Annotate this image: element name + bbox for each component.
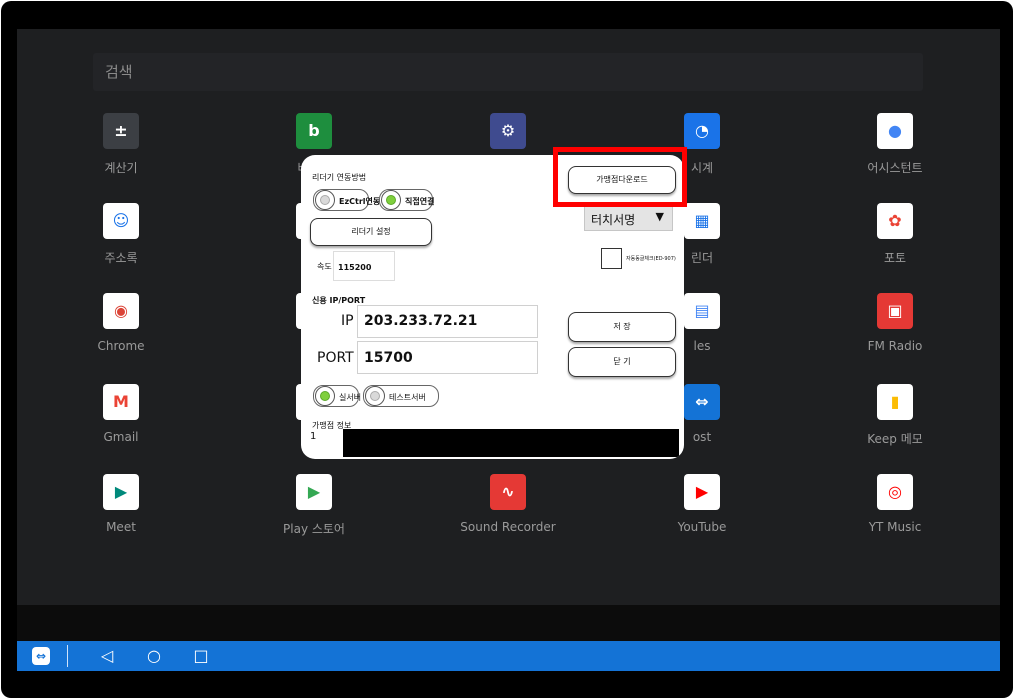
calculator-icon: ± (103, 113, 139, 149)
barode-icon: b (296, 113, 332, 149)
navigation-bar: ⇔ ◁ ○ □ (17, 641, 1000, 671)
speed-value: 115200 (338, 263, 372, 272)
radio-icon: ▣ (877, 293, 913, 329)
chrome-icon: ◉ (103, 293, 139, 329)
gear-icon: ⚙ (490, 113, 526, 149)
radio-test-label: 테스트서버 (389, 393, 426, 402)
back-icon[interactable]: ◁ (97, 646, 117, 666)
radio-real-label: 실서버 (339, 393, 362, 402)
app-label: Keep 메모 (867, 432, 923, 446)
app-assistant[interactable]: ● 어시스턴트 (835, 113, 955, 176)
app-meet[interactable]: ▶ Meet (61, 474, 181, 534)
save-button[interactable]: 저 장 (568, 312, 676, 342)
app-label: Play 스토어 (283, 522, 345, 536)
app-label: 포토 (883, 251, 907, 265)
auto-sign-checkbox[interactable] (601, 248, 622, 269)
teamviewer-app-icon: ⇔ (684, 384, 720, 420)
app-youtube[interactable]: ▶ YouTube (642, 474, 762, 534)
clock-icon: ◔ (684, 113, 720, 149)
reader-link-title: 리더기 연동방법 (312, 173, 367, 182)
youtube-icon: ▶ (684, 474, 720, 510)
port-value: 15700 (364, 350, 413, 366)
signature-select-value: 터치서명 (591, 213, 636, 227)
app-photos[interactable]: ✿ 포토 (835, 203, 955, 266)
app-label: 어시스턴트 (867, 161, 923, 175)
meet-icon: ▶ (103, 474, 139, 510)
photos-icon: ✿ (877, 203, 913, 239)
close-button[interactable]: 닫 기 (568, 347, 676, 377)
app-radio[interactable]: ▣ FM Radio (835, 293, 955, 353)
app-label: YT Music (868, 520, 922, 534)
play-store-icon: ▶ (296, 474, 332, 510)
calendar-icon: ▦ (684, 203, 720, 239)
merchant-info-redacted (343, 429, 679, 457)
gmail-icon: M (103, 384, 139, 420)
app-label: Gmail (103, 430, 139, 444)
radio-direct-label: 직접연결 (405, 197, 435, 206)
keep-icon: ▮ (877, 384, 913, 420)
contacts-icon: ☺ (103, 203, 139, 239)
app-sound-recorder[interactable]: ∿ Sound Recorder (448, 474, 568, 534)
app-gmail[interactable]: M Gmail (61, 384, 181, 444)
app-contacts[interactable]: ☺ 주소록 (61, 203, 181, 266)
app-play-store[interactable]: ▶ Play 스토어 (254, 474, 374, 537)
files-icon: ▤ (684, 293, 720, 329)
divider (67, 645, 68, 667)
app-yt-music[interactable]: ◎ YT Music (835, 474, 955, 534)
reader-setup-button[interactable]: 리더기 설정 (310, 218, 432, 246)
bottom-area (17, 605, 1000, 641)
recents-icon[interactable]: □ (191, 646, 211, 666)
yt-music-icon: ◎ (877, 474, 913, 510)
speed-field[interactable]: 115200 (333, 251, 395, 281)
speed-label: 속도 (317, 262, 332, 271)
app-keep[interactable]: ▮ Keep 메모 (835, 384, 955, 447)
highlight-box (553, 147, 687, 207)
radio-real-circle[interactable] (315, 386, 335, 406)
ip-field[interactable]: 203.233.72.21 (357, 305, 538, 338)
app-label: 계산기 (104, 161, 138, 175)
signature-select[interactable]: 터치서명 ▼ (584, 205, 673, 231)
radio-test-circle[interactable] (365, 386, 385, 406)
radio-ezctrl-circle[interactable] (315, 190, 335, 210)
ip-label: IP (341, 313, 354, 329)
radio-direct-circle[interactable] (381, 190, 401, 210)
sound-recorder-icon: ∿ (490, 474, 526, 510)
app-label: Sound Recorder (460, 520, 556, 534)
merchant-index: 1 (310, 431, 317, 442)
tablet-frame: 검색 ±계산기b바로더⚙설정◔시계●어시스턴트☺주소록⌖지▦린더✿포토◉Chro… (1, 1, 1013, 698)
app-label: YouTube (677, 520, 727, 534)
search-input[interactable]: 검색 (93, 53, 923, 91)
ip-value: 203.233.72.21 (364, 313, 478, 329)
app-label: FM Radio (867, 339, 923, 353)
port-field[interactable]: 15700 (357, 341, 538, 374)
assistant-icon: ● (877, 113, 913, 149)
app-label: 주소록 (104, 251, 138, 265)
chevron-down-icon: ▼ (655, 210, 664, 223)
app-chrome[interactable]: ◉ Chrome (61, 293, 181, 353)
auto-sign-label: 자동동글체크(ED-907) (626, 256, 676, 262)
home-icon[interactable]: ○ (144, 646, 164, 666)
app-label: Chrome (97, 339, 145, 353)
teamviewer-icon[interactable]: ⇔ (32, 647, 50, 665)
radio-ezctrl-label: EzCtrl연동 (339, 197, 381, 206)
app-label: Meet (106, 520, 136, 534)
port-label: PORT (317, 350, 354, 366)
app-calculator[interactable]: ± 계산기 (61, 113, 181, 176)
